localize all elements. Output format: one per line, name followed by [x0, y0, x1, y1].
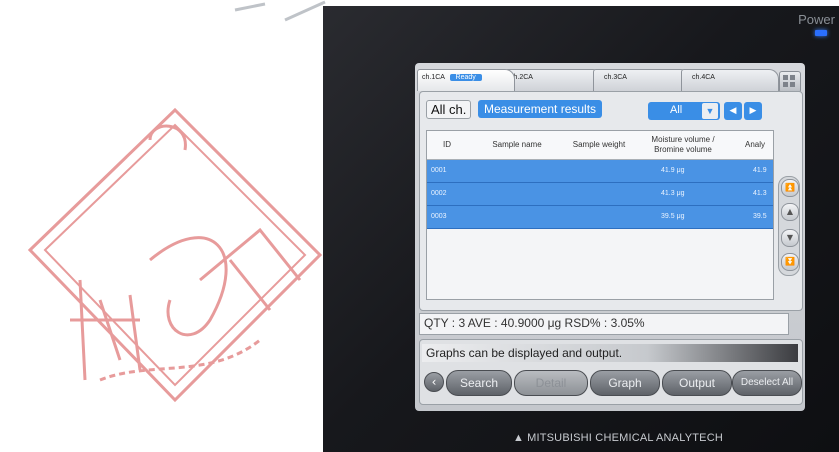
device-bezel: Power ch.1CA Ready ch.2CA ch.3CA ch.4CA — [323, 6, 839, 452]
grid-view-button[interactable] — [779, 71, 801, 93]
chevron-left-icon: ‹ — [431, 375, 437, 389]
table-row[interactable]: 0001 41.9 μg 41.9 — [427, 160, 773, 183]
grid-icon-cell — [783, 82, 788, 87]
cell-analy: 41.9 — [753, 167, 767, 174]
table-row[interactable]: 0002 41.3 μg 41.3 — [427, 183, 773, 206]
red-seal-stamp — [27, 107, 323, 403]
summary-text: QTY : 3 AVE : 40.9000 μg RSD% : 3.05% — [424, 316, 645, 330]
header-volume: Moisture volume / Bromine volume — [651, 135, 715, 154]
triangle-up-icon: ▲ — [786, 207, 794, 216]
back-button[interactable]: ‹ — [424, 372, 444, 392]
measurement-results-tab[interactable]: Measurement results — [478, 100, 603, 118]
grid-icon-cell — [790, 75, 795, 80]
scroll-down-button[interactable]: ▼ — [781, 229, 799, 247]
cell-id: 0001 — [431, 167, 447, 174]
tab-label: ch.1CA — [422, 74, 445, 81]
brand-logo: ▲ MITSUBISHI CHEMICAL ANALYTECH — [513, 432, 723, 444]
dropdown-triangle-icon: ▼ — [702, 103, 718, 119]
mitsubishi-logo-icon: ▲ — [513, 432, 525, 444]
cell-analy: 39.5 — [753, 213, 767, 220]
brand-text: MITSUBISHI CHEMICAL ANALYTECH — [527, 432, 723, 444]
chevron-left-icon: ◀ — [729, 106, 737, 116]
tab-ch1[interactable]: ch.1CA Ready — [417, 69, 515, 91]
all-channels-button[interactable]: All ch. — [426, 100, 472, 119]
next-page-button[interactable]: ▶ — [744, 102, 762, 120]
table-scrollbar[interactable]: ⏫ ▲ ▼ ⏬ — [778, 176, 800, 276]
status-message-text: Graphs can be displayed and output. — [426, 346, 623, 360]
scroll-top-button[interactable]: ⏫ — [781, 179, 799, 197]
statistics-summary: QTY : 3 AVE : 40.9000 μg RSD% : 3.05% — [419, 313, 789, 335]
cell-volume: 39.5 μg — [661, 213, 685, 220]
header-sample-weight: Sample weight — [572, 140, 626, 149]
tab-ch4[interactable]: ch.4CA — [681, 69, 779, 91]
chevron-right-icon: ▶ — [749, 106, 757, 116]
cell-volume: 41.9 μg — [661, 167, 685, 174]
graph-button[interactable]: Graph — [590, 370, 660, 396]
cell-volume: 41.3 μg — [661, 190, 685, 197]
triangle-down-icon: ▼ — [786, 233, 794, 242]
double-chevron-down-icon: ⏬ — [785, 257, 795, 266]
scroll-bottom-button[interactable]: ⏬ — [781, 253, 799, 271]
cell-id: 0003 — [431, 213, 447, 220]
search-button[interactable]: Search — [446, 370, 512, 396]
touch-screen: ch.1CA Ready ch.2CA ch.3CA ch.4CA All ch… — [415, 63, 805, 411]
detail-button[interactable]: Detail — [514, 370, 588, 396]
power-led-icon — [815, 30, 827, 36]
grid-icon-cell — [790, 82, 795, 87]
status-message: Graphs can be displayed and output. — [422, 344, 798, 362]
double-chevron-up-icon: ⏫ — [785, 183, 795, 192]
scroll-up-button[interactable]: ▲ — [781, 203, 799, 221]
tab-ch2[interactable]: ch.2CA — [505, 69, 603, 91]
table-row[interactable]: 0003 39.5 μg 39.5 — [427, 206, 773, 229]
results-table: ID Sample name Sample weight Moisture vo… — [426, 130, 774, 300]
header-analy: Analy — [744, 140, 765, 149]
results-panel: All ch. Measurement results All ▼ ◀ ▶ ID… — [419, 91, 803, 311]
table-header: ID Sample name Sample weight Moisture vo… — [427, 131, 773, 160]
deselect-all-button[interactable]: Deselect All — [732, 370, 802, 396]
filter-value: All — [670, 104, 683, 116]
cell-id: 0002 — [431, 190, 447, 197]
header-id: ID — [443, 140, 451, 149]
header-sample-name: Sample name — [492, 140, 542, 149]
tab-label: ch.3CA — [604, 74, 627, 81]
tab-ch3[interactable]: ch.3CA — [593, 69, 691, 91]
output-button[interactable]: Output — [662, 370, 732, 396]
paper-background — [0, 0, 326, 452]
status-badge: Ready — [449, 74, 482, 81]
tab-label: ch.4CA — [692, 74, 715, 81]
power-label: Power — [798, 12, 835, 27]
action-panel: Graphs can be displayed and output. ‹ Se… — [419, 339, 803, 405]
filter-select[interactable]: All ▼ — [648, 102, 720, 120]
prev-page-button[interactable]: ◀ — [724, 102, 742, 120]
grid-icon — [783, 75, 788, 80]
cell-analy: 41.3 — [753, 190, 767, 197]
